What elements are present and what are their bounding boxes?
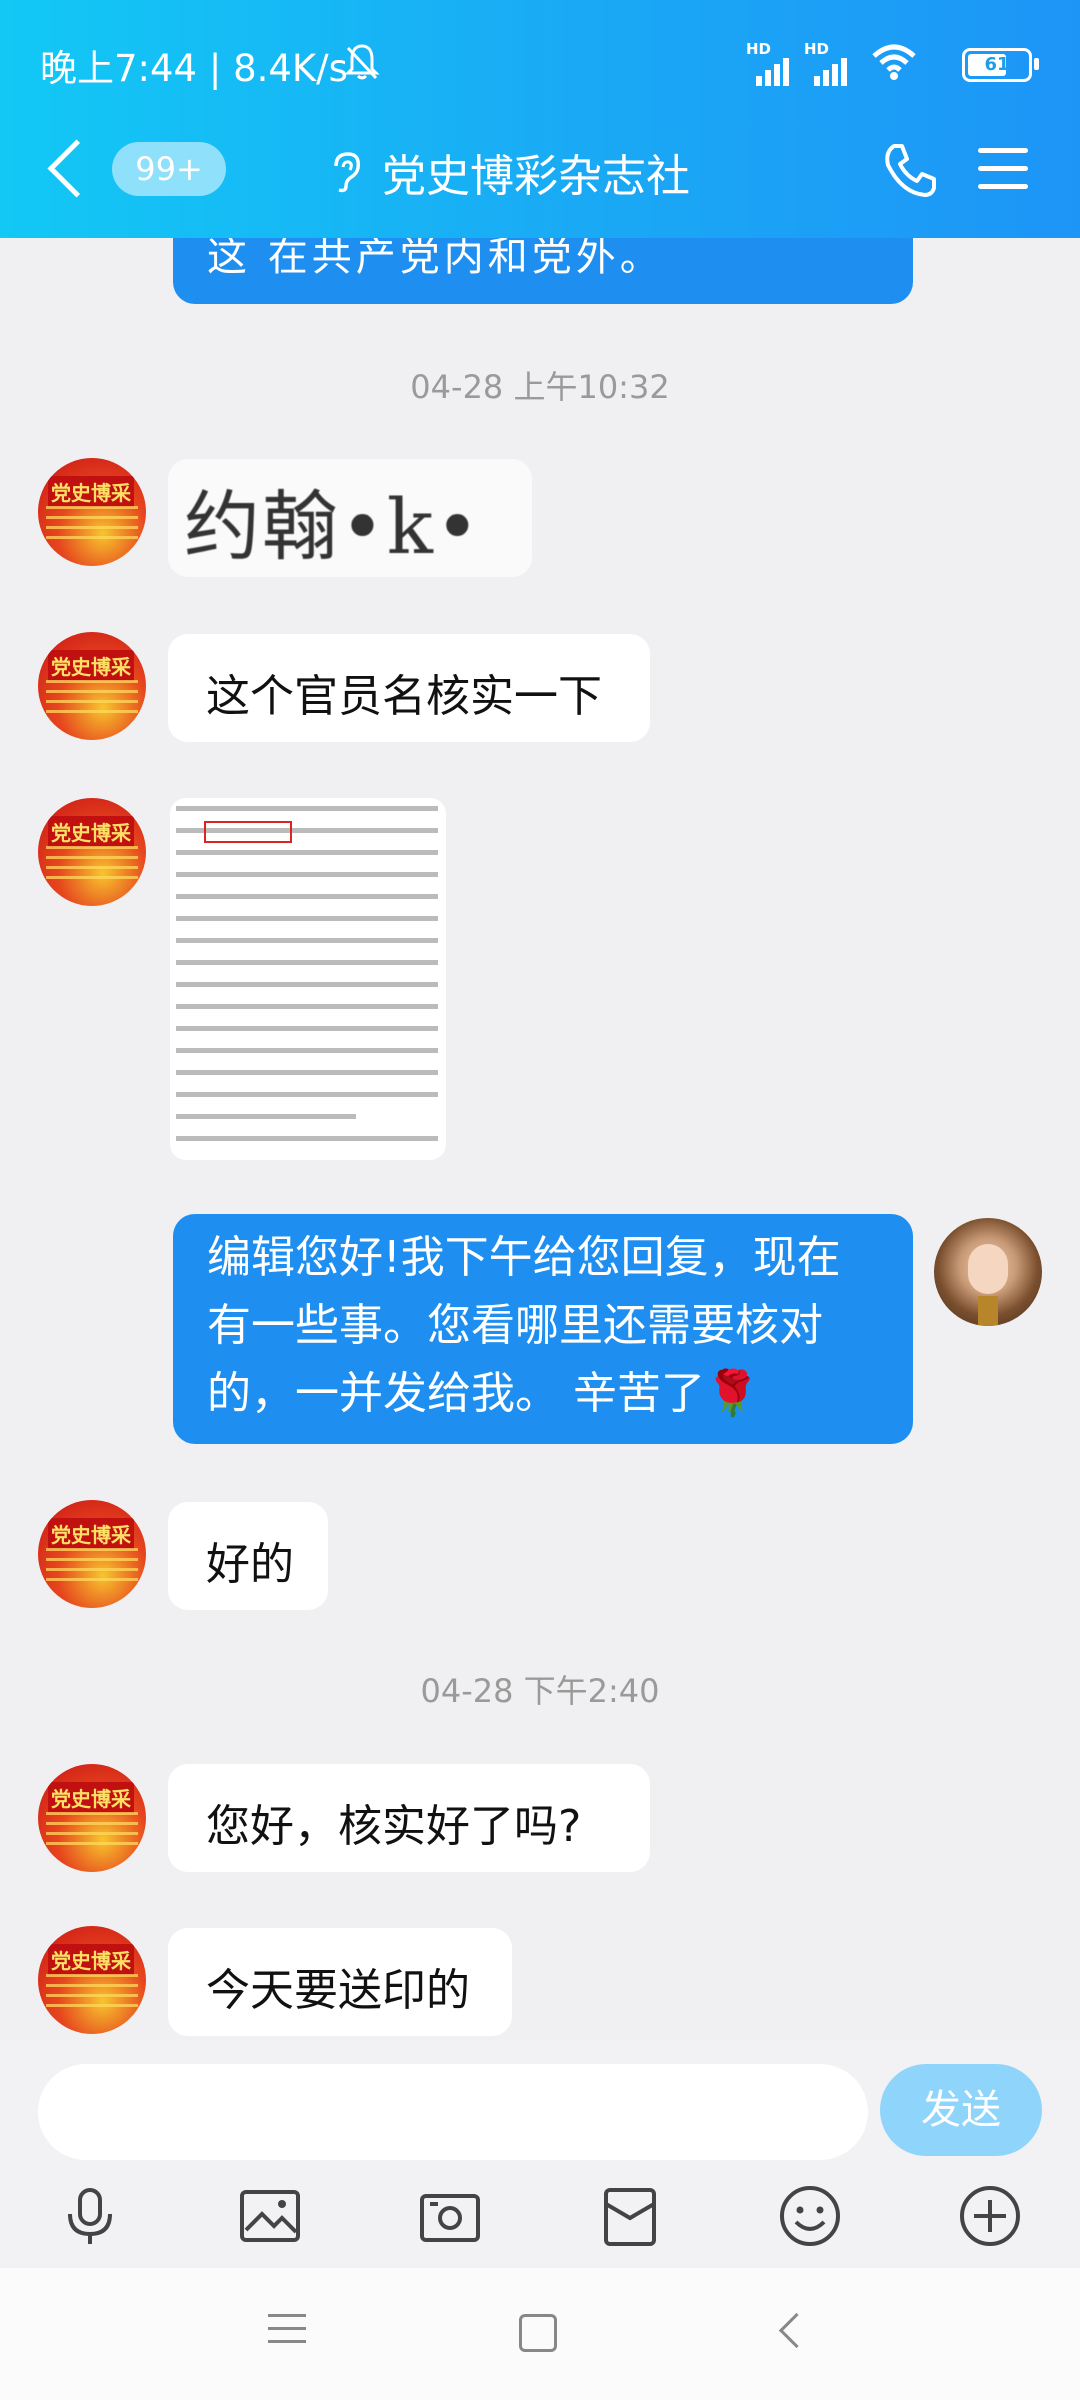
emoji-icon[interactable] [778,2184,842,2248]
message-bubble-mine[interactable]: 这 在共产党内和党外。 [173,238,913,304]
unread-badge[interactable]: 99+ [112,142,226,196]
wifi-icon [872,44,916,80]
microphone-icon[interactable] [58,2184,122,2248]
avatar[interactable]: 党史博采 [38,1500,146,1608]
message-line: 编辑您好!我下午给您回复，现在 [207,1232,841,1283]
mute-bell-icon [344,44,380,80]
camera-icon[interactable] [418,2184,482,2248]
status-time-speed: 晚上7:44 | 8.4K/s [40,47,348,90]
image-icon[interactable] [238,2184,302,2248]
toolbar [0,2184,1080,2254]
avatar[interactable]: 党史博采 [38,798,146,906]
chat-title: 党史博彩杂志社 [382,151,690,202]
input-area: 发送 [0,2040,1080,2268]
timestamp: 04-28 下午2:40 [420,1672,660,1710]
recent-apps-icon[interactable] [268,2314,306,2353]
home-icon[interactable] [519,2314,557,2352]
system-nav-bar [0,2268,1080,2400]
message-bubble[interactable]: 您好，核实好了吗? [168,1764,650,1872]
message-bubble[interactable]: 今天要送印的 [168,1928,512,2036]
message-bubble-mine[interactable]: 编辑您好!我下午给您回复，现在 有一些事。您看哪里还需要核对 的，一并发给我。 … [173,1214,913,1444]
nav-back-icon[interactable] [778,2312,815,2349]
plus-icon[interactable] [958,2184,1022,2248]
status-icons: HD HD 61 [746,40,1046,90]
chat-area[interactable]: 这 在共产党内和党外。 04-28 上午10:32 党史博采 约翰•k• 党史博… [0,238,1080,2040]
send-button[interactable]: 发送 [880,2064,1042,2156]
back-arrow-icon[interactable] [47,139,106,198]
avatar[interactable]: 党史博采 [38,632,146,740]
avatar[interactable]: 党史博采 [38,458,146,566]
avatar[interactable]: 党史博采 [38,1926,146,2034]
document-image-message[interactable] [170,798,446,1160]
message-bubble[interactable]: 这个官员名核实一下 [168,634,650,742]
battery-icon: 61 [962,48,1039,82]
avatar[interactable]: 党史博采 [38,1764,146,1872]
timestamp: 04-28 上午10:32 [410,368,670,406]
red-packet-icon[interactable] [598,2184,662,2248]
message-input[interactable] [38,2064,868,2160]
ear-icon [334,152,361,193]
app-header: 晚上7:44 | 8.4K/s HD HD 61 99+ 党史博彩杂志社 [0,0,1080,238]
message-bubble[interactable]: 好的 [168,1502,328,1610]
image-message[interactable]: 约翰•k• [168,459,532,577]
phone-call-icon[interactable] [880,140,940,200]
message-line: 的，一并发给我。 辛苦了🌹 [207,1368,760,1419]
menu-icon[interactable] [978,148,1028,202]
my-avatar[interactable] [934,1218,1042,1326]
signal-2-icon: HD [804,40,874,88]
message-line: 有一些事。您看哪里还需要核对 [207,1300,823,1351]
